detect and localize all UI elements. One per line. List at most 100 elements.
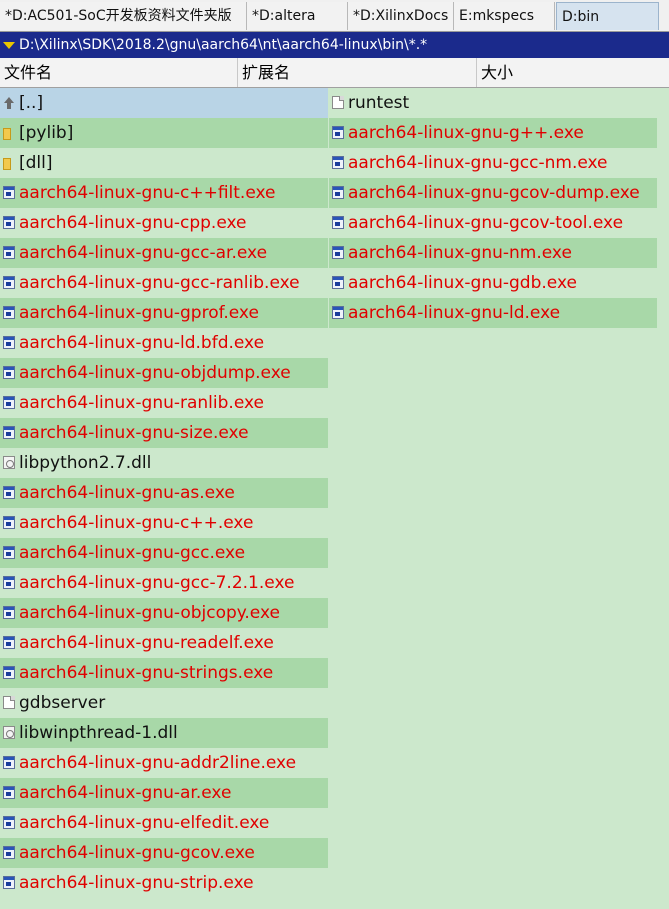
executable-icon [332, 276, 344, 289]
file-column-right: runtest aarch64-linux-gnu-g++.exe aarch64-… [329, 88, 657, 328]
executable-icon [332, 186, 344, 199]
dll-icon [3, 726, 15, 739]
path-bar[interactable]: D:\Xilinx\SDK\2018.2\gnu\aarch64\nt\aarc… [0, 32, 669, 58]
executable-icon [3, 756, 15, 769]
tab-mkspecs[interactable]: E:mkspecs [454, 2, 555, 30]
file-row[interactable]: aarch64-linux-gnu-size.exe [0, 418, 328, 448]
file-name: aarch64-linux-gnu-g++.exe [348, 123, 584, 143]
file-row[interactable]: aarch64-linux-gnu-ld.exe [329, 298, 657, 328]
file-name: libwinpthread-1.dll [19, 723, 178, 743]
file-name: aarch64-linux-gnu-nm.exe [348, 243, 572, 263]
file-icon [332, 96, 344, 109]
file-row[interactable]: aarch64-linux-gnu-as.exe [0, 478, 328, 508]
tab-altera[interactable]: *D:altera [247, 2, 348, 30]
file-row[interactable]: aarch64-linux-gnu-gprof.exe [0, 298, 328, 328]
file-name: aarch64-linux-gnu-ar.exe [19, 783, 232, 803]
executable-icon [3, 276, 15, 289]
file-name: aarch64-linux-gnu-strip.exe [19, 873, 254, 893]
file-name: aarch64-linux-gnu-addr2line.exe [19, 753, 297, 773]
file-name: aarch64-linux-gnu-gcov-dump.exe [348, 183, 640, 203]
parent-directory-icon [3, 97, 15, 109]
file-name: aarch64-linux-gnu-gcc-nm.exe [348, 153, 608, 173]
file-row[interactable]: aarch64-linux-gnu-addr2line.exe [0, 748, 328, 778]
file-name: aarch64-linux-gnu-elfedit.exe [19, 813, 270, 833]
tab-bar: *D:AC501-SoC开发板资料文件夹版 *D:altera *D:Xilin… [0, 0, 669, 32]
executable-icon [332, 216, 344, 229]
file-row[interactable]: runtest [329, 88, 657, 118]
file-row[interactable]: aarch64-linux-gnu-strip.exe [0, 868, 328, 898]
column-name-header[interactable]: 文件名 [0, 58, 238, 87]
file-row[interactable]: aarch64-linux-gnu-gcc-7.2.1.exe [0, 568, 328, 598]
file-row[interactable]: aarch64-linux-gnu-gcov-dump.exe [329, 178, 657, 208]
executable-icon [332, 246, 344, 259]
executable-icon [3, 876, 15, 889]
file-row[interactable]: aarch64-linux-gnu-gcc-ar.exe [0, 238, 328, 268]
file-name: runtest [348, 93, 410, 113]
executable-icon [3, 186, 15, 199]
file-row[interactable]: aarch64-linux-gnu-g++.exe [329, 118, 657, 148]
file-name: aarch64-linux-gnu-gcc-7.2.1.exe [19, 573, 295, 593]
file-column-left: [..] [pylib] [dll] aarch64-linux-gnu-c++fil… [0, 88, 328, 898]
tab-bin[interactable]: D:bin [556, 2, 659, 30]
file-row[interactable]: aarch64-linux-gnu-c++.exe [0, 508, 328, 538]
file-name: aarch64-linux-gnu-as.exe [19, 483, 235, 503]
file-name: aarch64-linux-gnu-ranlib.exe [19, 393, 264, 413]
file-row[interactable]: [..] [0, 88, 328, 118]
executable-icon [3, 336, 15, 349]
file-name: aarch64-linux-gnu-gprof.exe [19, 303, 259, 323]
file-row[interactable]: aarch64-linux-gnu-c++filt.exe [0, 178, 328, 208]
file-row[interactable]: aarch64-linux-gnu-cpp.exe [0, 208, 328, 238]
column-size-header[interactable]: 大小 [477, 58, 669, 87]
executable-icon [3, 516, 15, 529]
file-name: aarch64-linux-gnu-gcov-tool.exe [348, 213, 624, 233]
executable-icon [332, 306, 344, 319]
executable-icon [3, 846, 15, 859]
file-row[interactable]: libwinpthread-1.dll [0, 718, 328, 748]
file-name: aarch64-linux-gnu-objcopy.exe [19, 603, 280, 623]
file-name: aarch64-linux-gnu-cpp.exe [19, 213, 247, 233]
file-name: aarch64-linux-gnu-c++.exe [19, 513, 254, 533]
file-name: gdbserver [19, 693, 106, 713]
executable-icon [3, 786, 15, 799]
file-row[interactable]: aarch64-linux-gnu-nm.exe [329, 238, 657, 268]
file-row[interactable]: aarch64-linux-gnu-gcov-tool.exe [329, 208, 657, 238]
file-row[interactable]: aarch64-linux-gnu-strings.exe [0, 658, 328, 688]
file-row[interactable]: gdbserver [0, 688, 328, 718]
executable-icon [3, 366, 15, 379]
folder-icon [3, 158, 11, 170]
file-name: aarch64-linux-gnu-gcc-ar.exe [19, 243, 268, 263]
file-row[interactable]: aarch64-linux-gnu-gcc.exe [0, 538, 328, 568]
folder-icon [3, 128, 11, 140]
column-ext-header[interactable]: 扩展名 [238, 58, 477, 87]
executable-icon [3, 816, 15, 829]
file-row[interactable]: [dll] [0, 148, 328, 178]
file-name: aarch64-linux-gnu-strings.exe [19, 663, 274, 683]
tab-xilinxdocs[interactable]: *D:XilinxDocs [348, 2, 454, 30]
executable-icon [3, 486, 15, 499]
file-row[interactable]: aarch64-linux-gnu-gcov.exe [0, 838, 328, 868]
executable-icon [3, 396, 15, 409]
file-row[interactable]: aarch64-linux-gnu-gcc-ranlib.exe [0, 268, 328, 298]
file-row[interactable]: aarch64-linux-gnu-gcc-nm.exe [329, 148, 657, 178]
tab-ac501[interactable]: *D:AC501-SoC开发板资料文件夹版 [0, 2, 247, 30]
file-row[interactable]: libpython2.7.dll [0, 448, 328, 478]
file-row[interactable]: aarch64-linux-gnu-gdb.exe [329, 268, 657, 298]
file-row[interactable]: aarch64-linux-gnu-objcopy.exe [0, 598, 328, 628]
file-row[interactable]: aarch64-linux-gnu-readelf.exe [0, 628, 328, 658]
file-row[interactable]: aarch64-linux-gnu-ranlib.exe [0, 388, 328, 418]
file-name: [dll] [19, 153, 53, 173]
file-name: aarch64-linux-gnu-ld.bfd.exe [19, 333, 265, 353]
executable-icon [3, 606, 15, 619]
file-name: aarch64-linux-gnu-gcov.exe [19, 843, 255, 863]
executable-icon [3, 576, 15, 589]
file-row[interactable]: aarch64-linux-gnu-ld.bfd.exe [0, 328, 328, 358]
file-row[interactable]: aarch64-linux-gnu-objdump.exe [0, 358, 328, 388]
file-row[interactable]: aarch64-linux-gnu-elfedit.exe [0, 808, 328, 838]
file-row[interactable]: [pylib] [0, 118, 328, 148]
dropdown-arrow-icon[interactable] [3, 42, 15, 49]
column-header: 文件名 扩展名 大小 [0, 58, 669, 88]
executable-icon [3, 636, 15, 649]
file-name: [pylib] [19, 123, 74, 143]
file-row[interactable]: aarch64-linux-gnu-ar.exe [0, 778, 328, 808]
executable-icon [3, 426, 15, 439]
